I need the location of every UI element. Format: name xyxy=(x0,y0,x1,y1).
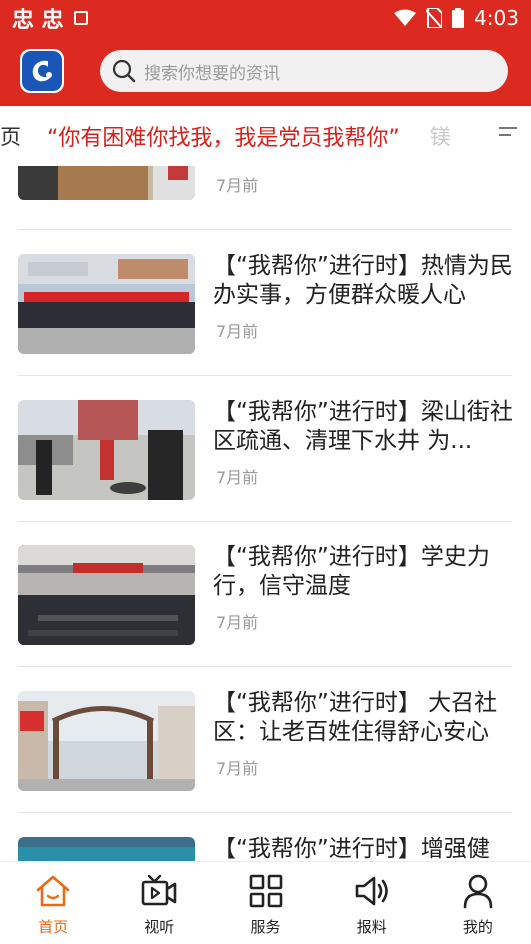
news-item[interactable]: 【“我帮你”进行时】梁山街社区疏通、清理下水井 为... 7月前 xyxy=(18,376,513,522)
news-feed[interactable]: 7月前 【“我帮你”进行时】热情为民办实事，方便群众暖人心 7月前 【“我帮你”… xyxy=(0,166,531,861)
ticker-next: 镁 xyxy=(429,125,451,149)
home-icon xyxy=(36,875,70,907)
news-time: 7月前 xyxy=(216,322,259,341)
news-time: 7月前 xyxy=(216,176,259,195)
app-screen: 忠 忠 4:03 搜索你想要的资讯 页 “你有困难你找我，我是党员我帮你” 镁 … xyxy=(0,0,531,944)
news-title[interactable]: 【“我帮你”进行时】学史力行，信守温度 xyxy=(213,543,513,601)
tab-services-label: 服务 xyxy=(250,918,281,936)
tab-video-label: 视听 xyxy=(144,918,175,936)
tab-profile-label: 我的 xyxy=(462,918,493,936)
news-thumbnail xyxy=(18,400,195,500)
news-time: 7月前 xyxy=(216,613,259,632)
wifi-icon xyxy=(394,9,417,26)
news-item[interactable]: 【“我帮你”进行时】 大召社区：让老百姓住得舒心安心 7月前 xyxy=(18,667,512,813)
tab-report-label: 报料 xyxy=(356,918,387,936)
notification-box-icon xyxy=(73,11,88,25)
tab-report[interactable]: 报料 xyxy=(319,862,425,944)
battery-icon xyxy=(452,8,465,28)
search-bar[interactable]: 搜索你想要的资讯 xyxy=(100,50,508,92)
news-item[interactable]: 7月前 xyxy=(18,166,512,230)
search-placeholder[interactable]: 搜索你想要的资讯 xyxy=(144,59,280,84)
tab-home[interactable]: 首页 xyxy=(0,862,106,944)
no-sim-icon xyxy=(426,8,443,28)
logo-icon xyxy=(22,51,62,91)
news-thumbnail xyxy=(18,837,195,861)
speaker-icon xyxy=(355,876,388,906)
tab-home-label: 首页 xyxy=(38,918,69,936)
top-header: 搜索你想要的资讯 xyxy=(0,36,531,106)
news-title[interactable]: 【“我帮你”进行时】热情为民办实事，方便群众暖人心 xyxy=(213,252,513,310)
news-time: 7月前 xyxy=(216,468,259,487)
news-thumbnail xyxy=(18,691,195,791)
news-thumbnail xyxy=(18,545,195,645)
news-time: 7月前 xyxy=(216,759,259,778)
grid-icon xyxy=(249,874,282,908)
search-icon xyxy=(112,59,136,83)
video-icon xyxy=(141,874,177,906)
news-item[interactable]: 【“我帮你”进行时】学史力行，信守温度 7月前 xyxy=(18,521,512,667)
tab-video[interactable]: 视听 xyxy=(106,862,212,944)
notification-icons: 忠 忠 xyxy=(12,2,88,34)
bottom-nav: 首页 视听 服务 报料 我的 xyxy=(0,861,531,944)
tab-profile[interactable]: 我的 xyxy=(425,862,531,944)
news-thumbnail xyxy=(18,166,195,200)
status-bar: 忠 忠 4:03 xyxy=(0,0,531,36)
profile-icon xyxy=(463,874,493,909)
ticker-prefix: 页 xyxy=(0,125,21,149)
status-indicators: 4:03 xyxy=(394,6,519,30)
news-title[interactable]: 【“我帮你”进行时】 大召社区：让老百姓住得舒心安心 xyxy=(213,689,513,747)
channel-menu-icon[interactable] xyxy=(499,127,517,141)
news-item[interactable]: 【“我帮你”进行时】热情为民办实事，方便群众暖人心 7月前 xyxy=(18,230,513,376)
notification-glyphs: 忠 忠 xyxy=(12,8,64,33)
clock: 4:03 xyxy=(474,6,519,30)
news-item[interactable]: 【“我帮你”进行时】增强健 xyxy=(18,813,512,861)
news-title[interactable]: 【“我帮你”进行时】增强健 xyxy=(213,835,513,861)
ticker-headline[interactable]: “你有困难你找我，我是党员我帮你” xyxy=(47,120,400,152)
news-thumbnail xyxy=(18,254,195,354)
tab-services[interactable]: 服务 xyxy=(212,862,318,944)
app-logo[interactable] xyxy=(20,49,64,93)
news-title[interactable]: 【“我帮你”进行时】梁山街社区疏通、清理下水井 为... xyxy=(213,398,513,456)
headline-ticker[interactable]: 页 “你有困难你找我，我是党员我帮你” 镁 xyxy=(0,106,531,166)
